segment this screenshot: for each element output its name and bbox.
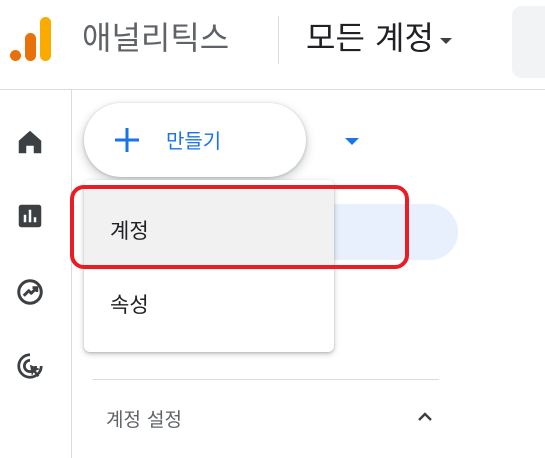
explore-icon[interactable]: [12, 274, 48, 310]
advertising-icon[interactable]: [12, 348, 48, 384]
reports-icon[interactable]: [12, 198, 48, 234]
section-divider: [93, 379, 439, 380]
section-label: 계정 설정: [106, 408, 182, 431]
create-menu: 계정 속성: [84, 180, 334, 352]
analytics-logo-icon[interactable]: [10, 15, 52, 63]
create-button[interactable]: 만들기: [84, 103, 359, 177]
plus-icon: [115, 128, 139, 152]
account-selector-label: 모든 계정: [306, 19, 434, 57]
search-box[interactable]: [512, 6, 545, 78]
menu-item-account[interactable]: 계정: [84, 190, 334, 270]
caret-down-icon: [345, 138, 359, 145]
create-button-label: 만들기: [166, 129, 222, 153]
app-name: 애널리틱스: [82, 19, 230, 57]
caret-down-icon: [439, 38, 452, 44]
header-divider: [278, 16, 279, 64]
chevron-up-icon: [418, 412, 432, 421]
menu-item-property[interactable]: 속성: [84, 264, 334, 344]
top-bar: 애널리틱스 모든 계정: [0, 0, 545, 90]
left-nav: [0, 90, 72, 458]
home-icon[interactable]: [12, 124, 48, 160]
account-settings-section[interactable]: 계정 설정: [92, 396, 442, 440]
account-selector[interactable]: 모든 계정: [306, 18, 452, 58]
